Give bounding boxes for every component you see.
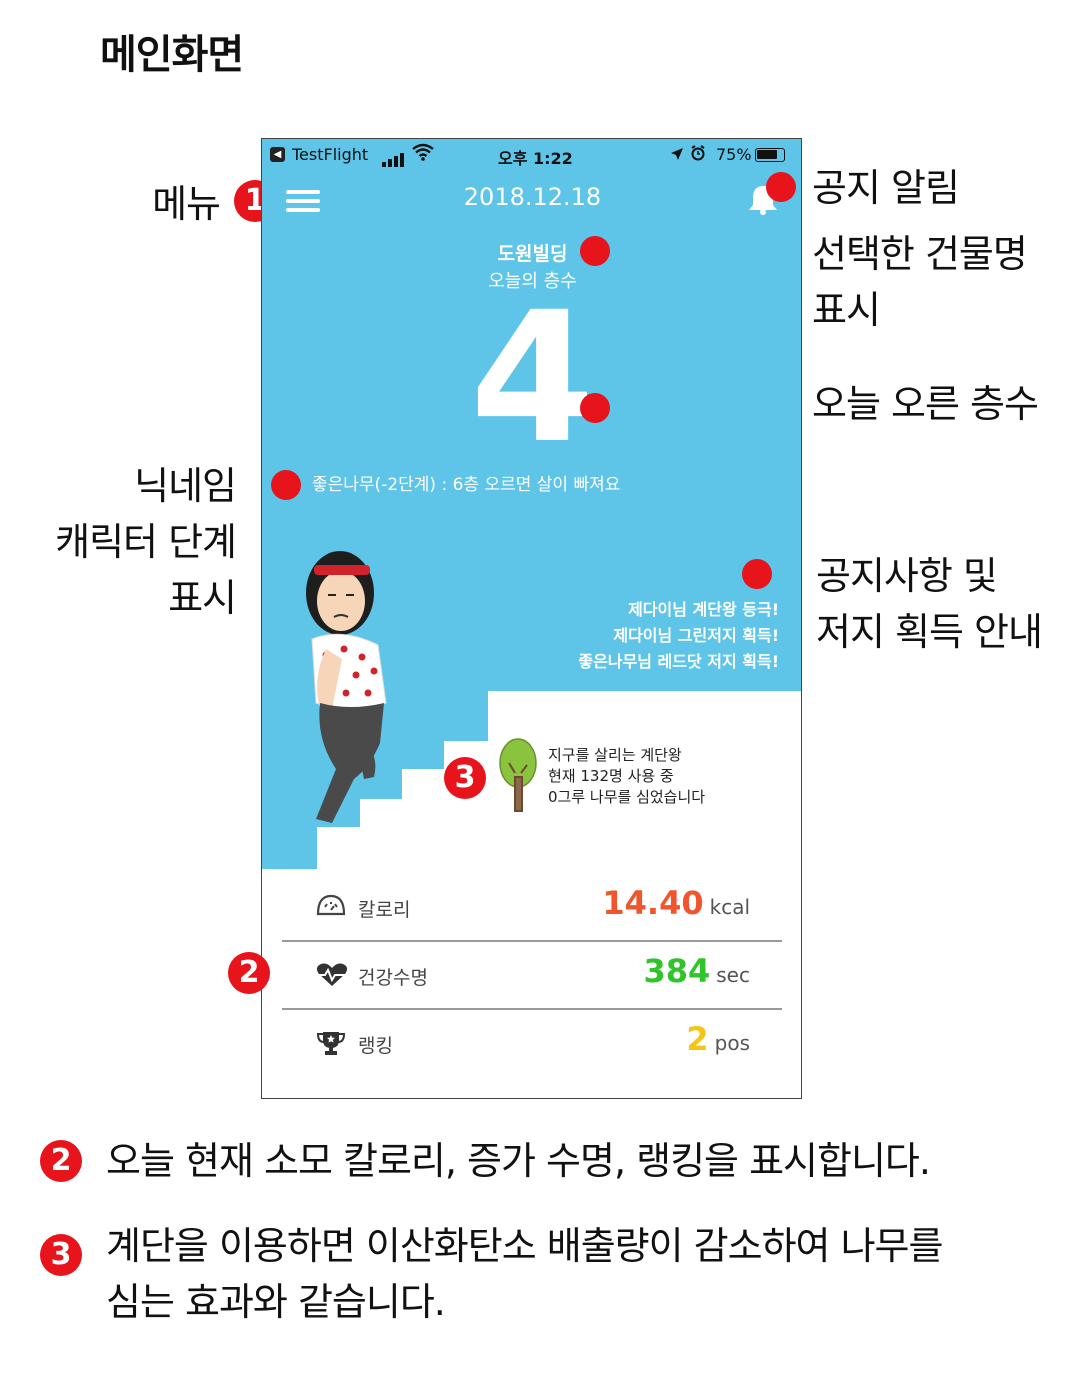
heartbeat-icon bbox=[316, 962, 348, 988]
back-app-icon[interactable]: ◀ bbox=[270, 147, 285, 162]
footnote-3: 계단을 이용하면 이산화탄소 배출량이 감소하여 나무를 심는 효과와 같습니다… bbox=[106, 1224, 943, 1324]
annotation-building-name: 선택한 건물명 표시 bbox=[812, 232, 1028, 332]
trophy-icon bbox=[316, 1030, 346, 1056]
stat-value: 384 sec bbox=[643, 952, 750, 990]
stat-row-ranking[interactable]: 랭킹 2 pos bbox=[282, 1010, 782, 1076]
badge-2: 2 bbox=[228, 952, 270, 994]
marker-nickname bbox=[271, 470, 301, 500]
signal-icon bbox=[382, 148, 406, 167]
stat-row-health-life[interactable]: 건강수명 384 sec bbox=[282, 942, 782, 1008]
notice-item: 제다이님 그린저지 획득! bbox=[613, 626, 779, 645]
footnote-badge-2: 2 bbox=[40, 1140, 82, 1182]
floor-count: 4 bbox=[469, 274, 596, 483]
badge-3: 3 bbox=[444, 757, 486, 799]
tree-icon bbox=[499, 738, 537, 812]
notice-list[interactable]: 제다이님 계단왕 등극! 제다이님 그린저지 획득! 좋은나무님 레드닷 저지 … bbox=[578, 597, 779, 675]
battery-icon bbox=[755, 148, 785, 162]
stat-label: 랭킹 bbox=[358, 1035, 393, 1057]
status-app-name: TestFlight bbox=[292, 145, 369, 164]
marker-building-name bbox=[580, 236, 610, 266]
location-icon bbox=[670, 146, 684, 165]
page-title: 메인화면 bbox=[100, 32, 244, 78]
scale-icon bbox=[316, 894, 346, 920]
stat-label: 칼로리 bbox=[358, 899, 411, 921]
tree-info: 지구를 살리는 계단왕 현재 132명 사용 중 0그루 나무를 심었습니다 bbox=[548, 746, 706, 806]
alarm-icon bbox=[690, 145, 706, 165]
annotation-notice-alarm: 공지 알림 bbox=[812, 166, 960, 210]
status-time: 오후 1:22 bbox=[498, 149, 573, 168]
marker-notice-badge bbox=[742, 559, 772, 589]
header-date: 2018.12.18 bbox=[463, 183, 602, 211]
notice-item: 좋은나무님 레드닷 저지 획득! bbox=[578, 652, 779, 671]
battery-percent: 75% bbox=[716, 145, 752, 164]
phone-screen: ◀ TestFlight 오후 1:22 75% 2018.12.18 도원빌딩… bbox=[261, 138, 802, 1099]
status-bar: ◀ TestFlight 오후 1:22 75% bbox=[262, 139, 801, 171]
character-level-text: 좋은나무(-2단계) : 6층 오르면 살이 빠져요 bbox=[312, 475, 621, 495]
marker-floors-today bbox=[580, 393, 610, 423]
character-illustration bbox=[306, 551, 387, 823]
stat-row-calories[interactable]: 칼로리 14.40 kcal bbox=[282, 874, 782, 940]
footnote-2: 오늘 현재 소모 칼로리, 증가 수명, 랭킹을 표시합니다. bbox=[106, 1139, 931, 1183]
marker-notice-alarm bbox=[766, 172, 796, 202]
wifi-icon bbox=[412, 143, 434, 165]
annotation-floors-today: 오늘 오른 층수 bbox=[812, 382, 1039, 426]
annotation-menu: 메뉴 bbox=[152, 182, 221, 226]
stat-value: 2 pos bbox=[686, 1020, 750, 1058]
stat-label: 건강수명 bbox=[358, 967, 428, 989]
building-name[interactable]: 도원빌딩 bbox=[262, 239, 801, 266]
stat-value: 14.40 kcal bbox=[602, 884, 750, 922]
annotation-notice-badge: 공지사항 및 저지 획득 안내 bbox=[816, 554, 1043, 654]
notice-item: 제다이님 계단왕 등극! bbox=[628, 600, 779, 619]
footnote-badge-3: 3 bbox=[40, 1234, 82, 1276]
annotation-nickname: 닉네임 캐릭터 단계 표시 bbox=[55, 464, 237, 620]
